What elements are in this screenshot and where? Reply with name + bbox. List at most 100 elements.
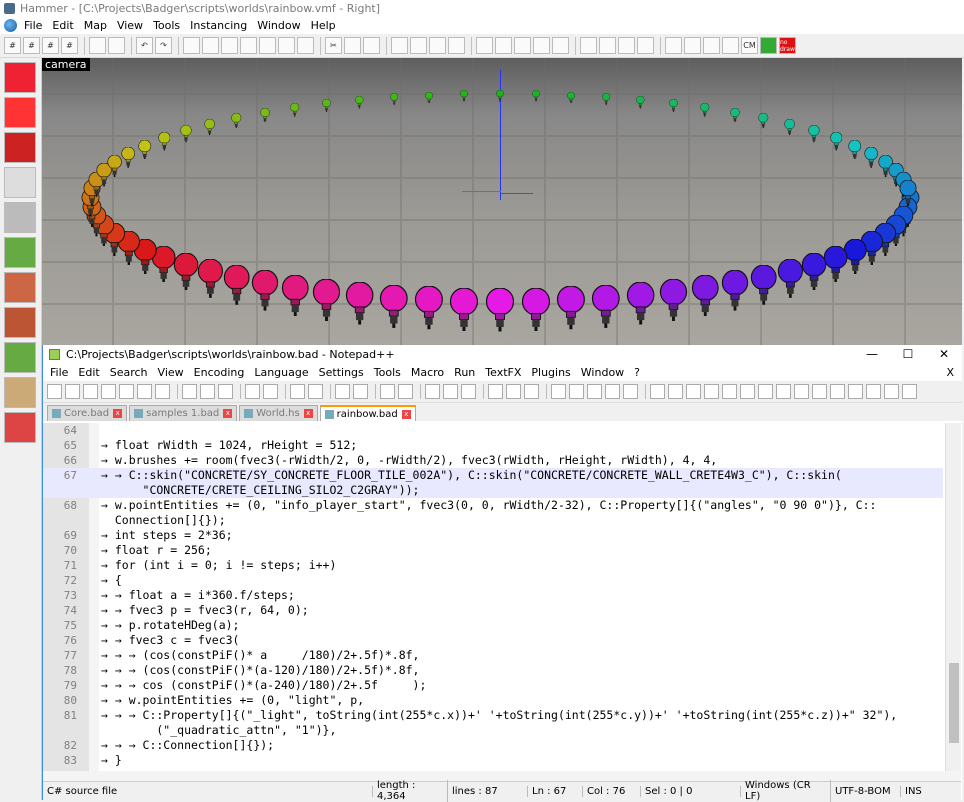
light-bulb[interactable] [801, 252, 827, 291]
light-bulb[interactable] [158, 131, 171, 151]
sync-v-icon[interactable] [380, 384, 395, 399]
cubemap-icon[interactable] [703, 37, 720, 54]
group-icon[interactable] [89, 37, 106, 54]
code-line[interactable]: 71 → for (int i = 0; i != steps; i++) [43, 558, 943, 573]
light-bulb[interactable] [379, 284, 409, 328]
camera-viewport[interactable]: camera [42, 58, 962, 345]
stop-icon[interactable] [569, 384, 584, 399]
cut-icon[interactable] [182, 384, 197, 399]
light-bulb[interactable] [784, 118, 796, 136]
code-line[interactable]: 64 [43, 423, 943, 438]
light-bulb[interactable] [777, 258, 804, 298]
light-bulb[interactable] [721, 269, 749, 311]
cordon-icon[interactable] [533, 37, 550, 54]
tab-close-icon[interactable]: x [401, 409, 411, 419]
show-all-icon[interactable] [443, 384, 458, 399]
copy-icon[interactable] [344, 37, 361, 54]
print-icon[interactable] [155, 384, 170, 399]
code-line[interactable]: 75 → → p.rotateHDeg(a); [43, 618, 943, 633]
light-bulb[interactable] [750, 264, 777, 305]
np-menu-run[interactable]: Run [449, 366, 480, 379]
run-multiple-icon[interactable] [605, 384, 620, 399]
code-line[interactable]: 72 → { [43, 573, 943, 588]
light-bulb[interactable] [121, 146, 136, 168]
zoom-in-icon[interactable] [335, 384, 350, 399]
np-menu-window[interactable]: Window [576, 366, 629, 379]
hex-icon[interactable] [866, 384, 881, 399]
light-bulb[interactable] [173, 252, 199, 291]
code-line[interactable]: 78 → → → (cos(constPiF()*(a-120)/180)/2+.… [43, 663, 943, 678]
menu-edit[interactable]: Edit [47, 19, 78, 32]
light-bulb[interactable] [829, 131, 843, 151]
light-bulb[interactable] [691, 274, 720, 317]
cm-label[interactable]: CM [741, 37, 758, 54]
tie-to-entity-icon[interactable] [221, 37, 238, 54]
auto-select-icon[interactable] [580, 37, 597, 54]
no-draw-button[interactable]: no draw [779, 37, 796, 54]
light-bulb[interactable] [531, 90, 540, 103]
close-document-button[interactable]: X [946, 366, 954, 379]
grid-small-icon[interactable]: # [61, 37, 78, 54]
globe-icon[interactable] [4, 19, 17, 32]
maximize-button[interactable]: ☐ [890, 347, 926, 361]
cut-icon[interactable]: ✂ [325, 37, 342, 54]
texture-app-tool-icon[interactable] [4, 237, 36, 268]
np-menu-macro[interactable]: Macro [406, 366, 449, 379]
np-menu-edit[interactable]: Edit [73, 366, 104, 379]
light-bulb[interactable] [864, 146, 879, 168]
hollow-icon[interactable] [202, 37, 219, 54]
np-menu-tools[interactable]: Tools [369, 366, 406, 379]
light-bulb[interactable] [758, 112, 769, 129]
grid-3d-icon[interactable]: # [23, 37, 40, 54]
light-bulb[interactable] [808, 125, 820, 143]
menu-file[interactable]: File [19, 19, 47, 32]
vertex-red-icon[interactable] [618, 37, 635, 54]
plugin-4-icon[interactable] [704, 384, 719, 399]
vertex-icon[interactable] [599, 37, 616, 54]
save-icon[interactable] [83, 384, 98, 399]
code-line[interactable]: 81 → → → C::Property[]{("_light", toStrin… [43, 708, 943, 723]
redo-icon[interactable]: ↷ [155, 37, 172, 54]
play-icon[interactable] [587, 384, 602, 399]
grid-icon[interactable]: # [4, 37, 21, 54]
light-bulb[interactable] [312, 278, 341, 321]
tab-close-icon[interactable]: x [223, 409, 233, 418]
np-menu-file[interactable]: File [45, 366, 73, 379]
light-bulb[interactable] [138, 139, 152, 160]
np-menu-language[interactable]: Language [249, 366, 313, 379]
code-line[interactable]: 83 → } [43, 753, 943, 768]
menu-instancing[interactable]: Instancing [185, 19, 252, 32]
selection-tool-icon[interactable] [4, 62, 36, 93]
hazard-stripes-icon[interactable] [391, 37, 408, 54]
code-line[interactable]: 79 → → → cos (constPiF()*(a-240)/180)/2+.… [43, 678, 943, 693]
entity-report-icon[interactable] [665, 37, 682, 54]
plugin-10-icon[interactable] [848, 384, 863, 399]
light-bulb[interactable] [521, 287, 551, 332]
plugin-8-icon[interactable] [776, 384, 791, 399]
tab-close-icon[interactable]: x [303, 409, 313, 418]
vertex-tool-icon[interactable] [4, 412, 36, 443]
np-menu-textfx[interactable]: TextFX [480, 366, 526, 379]
light-bulb[interactable] [496, 89, 504, 102]
leaf-icon[interactable] [760, 37, 777, 54]
viewport-label[interactable]: camera [42, 58, 90, 71]
light-bulb[interactable] [345, 281, 374, 325]
paste-icon[interactable] [363, 37, 380, 54]
light-bulb[interactable] [485, 287, 515, 332]
light-bulb[interactable] [424, 91, 433, 104]
move-to-world-icon[interactable] [240, 37, 257, 54]
plugin-3-icon[interactable] [686, 384, 701, 399]
new-file-icon[interactable] [47, 384, 62, 399]
plugin-5-icon[interactable] [722, 384, 737, 399]
light-bulb[interactable] [107, 154, 122, 178]
selection-box-icon[interactable] [476, 37, 493, 54]
copy-icon[interactable] [200, 384, 215, 399]
np-menu-plugins[interactable]: Plugins [526, 366, 575, 379]
light-bulb[interactable] [449, 287, 479, 332]
light-bulb[interactable] [626, 281, 655, 325]
menu-window[interactable]: Window [252, 19, 305, 32]
ungroup-icon[interactable] [108, 37, 125, 54]
close-button[interactable]: ✕ [926, 347, 962, 361]
light-bulb[interactable] [223, 264, 250, 305]
np-menu-settings[interactable]: Settings [314, 366, 369, 379]
